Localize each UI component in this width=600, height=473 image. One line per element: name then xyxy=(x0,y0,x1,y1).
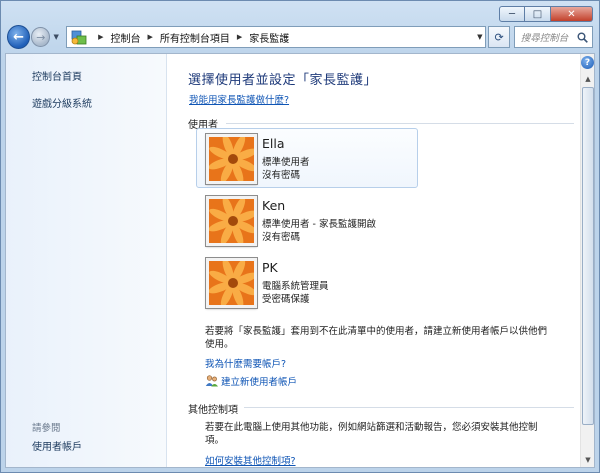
minimize-button[interactable]: ─ xyxy=(499,6,525,22)
back-button[interactable]: ← xyxy=(7,25,31,49)
user-tile-pk[interactable]: PK 電腦系統管理員 受密碼保護 xyxy=(196,252,418,312)
address-bar[interactable]: ▶ 控制台 ▶ 所有控制台項目 ▶ 家長監護 ▼ xyxy=(66,26,487,48)
flower-icon xyxy=(209,261,254,305)
why-account-link[interactable]: 我為什麼需要帳戶? xyxy=(205,356,286,370)
user-tile-ken[interactable]: Ken 標準使用者 - 家長監護開啟 沒有密碼 xyxy=(196,190,418,250)
user-name: Ken xyxy=(262,198,286,213)
maximize-button[interactable]: □ xyxy=(525,6,551,22)
arrow-left-icon: ← xyxy=(13,29,25,45)
close-button[interactable]: ✕ xyxy=(551,6,593,22)
sidebar-item-game-ratings[interactable]: 遊戲分級系統 xyxy=(32,95,92,110)
flower-icon xyxy=(209,199,254,243)
search-box[interactable]: 搜尋控制台 xyxy=(513,26,593,48)
address-dropdown-icon[interactable]: ▼ xyxy=(477,33,482,41)
user-tile-ella[interactable]: Ella 標準使用者 沒有密碼 xyxy=(196,128,418,188)
group-divider xyxy=(244,407,574,408)
other-controls-note: 若要在此電腦上使用其他功能，例如網站篩選和活動報告，您必須安裝其他控制項。 xyxy=(205,422,538,446)
search-input[interactable]: 搜尋控制台 xyxy=(521,30,569,44)
breadcrumb-separator[interactable]: ▶ xyxy=(237,33,242,41)
breadcrumb-separator[interactable]: ▶ xyxy=(98,33,103,41)
flower-icon xyxy=(209,137,254,181)
user-account-type: 標準使用者 xyxy=(262,157,310,168)
navigation-bar: ← → ▼ ▶ 控制台 ▶ 所有控制台項目 ▶ 家長監護 ▼ ⟳ 搜尋控制台 xyxy=(7,25,593,49)
create-account-note: 若要將「家長監護」套用到不在此清單中的使用者，請建立新使用者帳戶以供他們使用。 xyxy=(205,326,548,350)
user-name: Ella xyxy=(262,136,285,151)
scroll-up-icon[interactable]: ▲ xyxy=(582,72,594,86)
user-account-type: 電腦系統管理員 xyxy=(262,281,329,292)
help-icon[interactable]: ? xyxy=(581,56,594,69)
users-icon xyxy=(205,375,218,387)
install-controls-link[interactable]: 如何安裝其他控制項? xyxy=(205,453,296,467)
help-link[interactable]: 我能用家長監護做什麼? xyxy=(189,92,289,106)
avatar xyxy=(206,258,257,308)
main-pane: 選擇使用者並設定「家長監護」 我能用家長監護做什麼? 使用者 Ella 標準使用… xyxy=(168,54,580,467)
user-password-status: 沒有密碼 xyxy=(262,232,301,243)
user-password-status: 沒有密碼 xyxy=(262,170,301,181)
content-area: 控制台首頁 遊戲分級系統 請參閱 使用者帳戶 選擇使用者並設定「家長監護」 我能… xyxy=(5,53,595,468)
page-title: 選擇使用者並設定「家長監護」 xyxy=(188,73,378,88)
control-panel-icon xyxy=(71,30,87,45)
arrow-right-icon: → xyxy=(36,30,46,44)
recent-pages-dropdown[interactable]: ▼ xyxy=(53,33,63,41)
group-divider xyxy=(226,123,574,124)
create-user-link[interactable]: 建立新使用者帳戶 xyxy=(205,374,297,388)
breadcrumb-control-panel[interactable]: 控制台 xyxy=(110,30,140,45)
window: ─ □ ✕ ← → ▼ ▶ 控制台 ▶ 所有控制台項目 ▶ 家長監護 ▼ ⟳ 搜… xyxy=(0,0,600,473)
avatar xyxy=(206,196,257,246)
scrollbar-thumb[interactable] xyxy=(582,87,594,425)
breadcrumb-all-items[interactable]: 所有控制台項目 xyxy=(160,30,230,45)
scroll-down-icon[interactable]: ▼ xyxy=(582,453,594,467)
task-pane: 控制台首頁 遊戲分級系統 請參閱 使用者帳戶 xyxy=(6,54,167,467)
breadcrumb-parental-controls[interactable]: 家長監護 xyxy=(249,30,289,45)
other-controls-label: 其他控制項 xyxy=(188,405,238,416)
chevron-down-icon: ▼ xyxy=(53,33,59,41)
user-name: PK xyxy=(262,260,278,275)
refresh-button[interactable]: ⟳ xyxy=(488,26,510,48)
user-account-type: 標準使用者 - 家長監護開啟 xyxy=(262,219,376,230)
breadcrumb-separator[interactable]: ▶ xyxy=(147,33,152,41)
search-icon[interactable] xyxy=(577,32,588,43)
refresh-icon: ⟳ xyxy=(494,30,504,44)
see-also-title: 請參閱 xyxy=(32,423,61,434)
avatar xyxy=(206,134,257,184)
sidebar-item-control-panel-home[interactable]: 控制台首頁 xyxy=(32,68,82,83)
create-user-link-label[interactable]: 建立新使用者帳戶 xyxy=(221,374,297,388)
sidebar-item-user-accounts[interactable]: 使用者帳戶 xyxy=(32,438,82,453)
caption-buttons: ─ □ ✕ xyxy=(499,6,593,22)
vertical-scrollbar[interactable]: ? ▲ ▼ xyxy=(580,54,594,467)
user-password-status: 受密碼保護 xyxy=(262,294,310,305)
forward-button[interactable]: → xyxy=(31,27,51,47)
